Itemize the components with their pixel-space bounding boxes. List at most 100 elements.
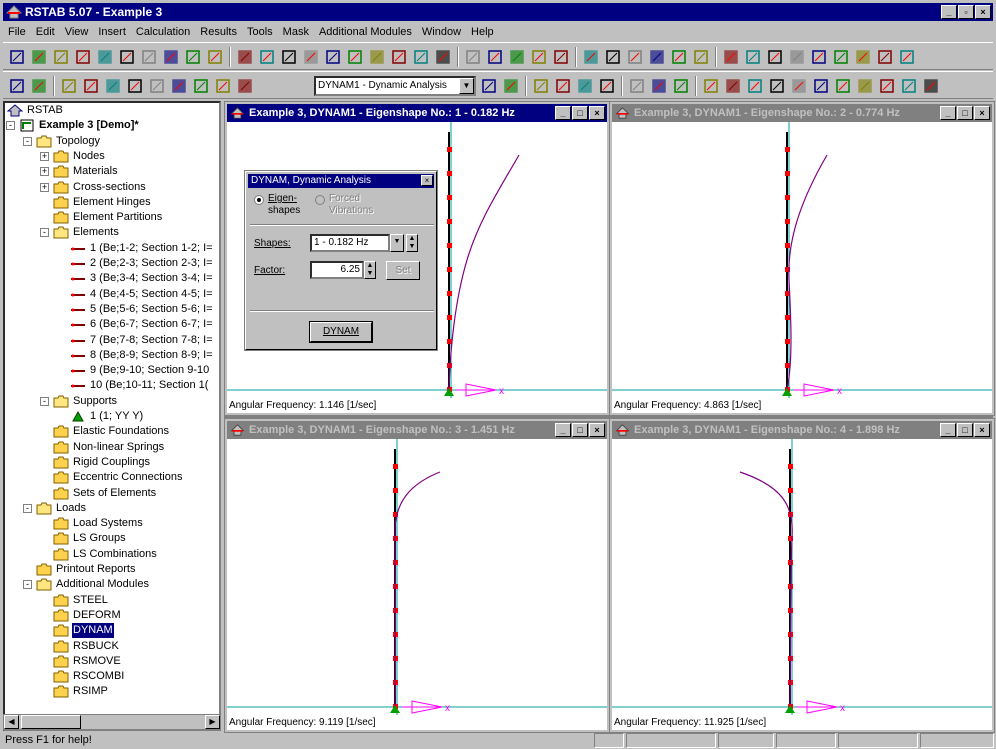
tree-item[interactable]: Non-linear Springs: [53, 440, 165, 455]
close-button[interactable]: ×: [975, 5, 991, 19]
menu-item[interactable]: Insert: [93, 26, 131, 38]
collapse-icon[interactable]: -: [23, 136, 32, 146]
3d-icon[interactable]: [465, 49, 481, 65]
color-icon[interactable]: [163, 49, 179, 65]
result-2-icon[interactable]: [531, 49, 547, 65]
tree-item[interactable]: 4 (Be;4-5; Section 4-5; I=: [70, 287, 214, 302]
tree-item[interactable]: - Example 3 [Demo]*: [6, 118, 140, 133]
set-button[interactable]: Set: [386, 261, 420, 280]
beam-2-icon[interactable]: [725, 78, 741, 94]
minimize-button[interactable]: _: [940, 423, 956, 437]
tree-item[interactable]: 3 (Be;3-4; Section 3-4; I=: [70, 271, 214, 286]
tree-item[interactable]: DYNAM: [53, 623, 114, 639]
beam-10-icon[interactable]: [901, 78, 917, 94]
tree-item[interactable]: Load Systems: [53, 516, 144, 531]
tree-item[interactable]: - Additional Modules: [23, 577, 150, 592]
perspective-icon[interactable]: [651, 78, 667, 94]
colors-icon[interactable]: [673, 78, 689, 94]
expand-icon[interactable]: +: [40, 151, 49, 161]
result-3-icon[interactable]: [553, 49, 569, 65]
collapse-icon[interactable]: -: [23, 503, 32, 513]
eigenshape-plot[interactable]: x: [612, 122, 992, 398]
tree-item[interactable]: Eccentric Connections: [53, 470, 183, 485]
tree-item[interactable]: 8 (Be;8-9; Section 8-9; I=: [70, 348, 214, 363]
shapes-select[interactable]: 1 - 0.182 Hz: [310, 234, 390, 252]
table-icon[interactable]: [31, 78, 47, 94]
table-view-icon[interactable]: [533, 78, 549, 94]
menu-item[interactable]: Calculation: [131, 26, 195, 38]
tree-item[interactable]: LS Groups: [53, 531, 127, 546]
zoom-window-icon[interactable]: [325, 49, 341, 65]
tree-item[interactable]: 9 (Be;9-10; Section 9-10: [70, 363, 210, 378]
menu-item[interactable]: Window: [417, 26, 466, 38]
member-axis-icon[interactable]: [83, 78, 99, 94]
load-icon[interactable]: [833, 49, 849, 65]
window-5-icon[interactable]: [671, 49, 687, 65]
tree-item[interactable]: 7 (Be;7-8; Section 7-8; I=: [70, 333, 214, 348]
node-icon[interactable]: [767, 49, 783, 65]
list-icon[interactable]: [555, 78, 571, 94]
window-2-icon[interactable]: [605, 49, 621, 65]
snap-icon[interactable]: [745, 49, 761, 65]
tree-item[interactable]: LS Combinations: [53, 547, 158, 562]
support-axis-icon[interactable]: [105, 78, 121, 94]
open-project-icon[interactable]: [53, 49, 69, 65]
view-y-icon[interactable]: [391, 49, 407, 65]
beam-5-icon[interactable]: [791, 78, 807, 94]
factor-spinner[interactable]: ▲ ▼: [364, 261, 376, 279]
tree-item[interactable]: - Supports: [40, 394, 118, 409]
save-all-icon[interactable]: [97, 49, 113, 65]
tree-item[interactable]: STEEL: [53, 593, 109, 608]
scroll-thumb[interactable]: [21, 715, 81, 729]
delete-icon[interactable]: [855, 49, 871, 65]
menu-item[interactable]: View: [60, 26, 94, 38]
tree-item[interactable]: 6 (Be;6-7; Section 6-7; I=: [70, 317, 214, 332]
tree-item[interactable]: 10 (Be;10-11; Section 1(: [70, 378, 209, 393]
section-axis-icon[interactable]: [171, 78, 187, 94]
collapse-icon[interactable]: -: [40, 396, 49, 406]
tree-item[interactable]: - Elements: [40, 225, 120, 240]
chevron-down-icon[interactable]: ▼: [459, 78, 474, 94]
filter-icon[interactable]: [577, 78, 593, 94]
factor-input[interactable]: 6.25: [310, 261, 364, 279]
tree-item[interactable]: RSCOMBI: [53, 669, 125, 684]
maximize-button[interactable]: □: [957, 106, 973, 120]
tree-item[interactable]: DEFORM: [53, 608, 122, 623]
view-x-icon[interactable]: [369, 49, 385, 65]
new-file-icon[interactable]: [9, 49, 25, 65]
menu-item[interactable]: File: [3, 26, 31, 38]
collapse-icon[interactable]: -: [23, 580, 32, 590]
window-1-icon[interactable]: [583, 49, 599, 65]
menu-item[interactable]: Help: [466, 26, 499, 38]
maximize-button[interactable]: □: [957, 423, 973, 437]
node-axis-icon[interactable]: [61, 78, 77, 94]
tree-item[interactable]: + Materials: [40, 164, 119, 179]
display-icon[interactable]: [629, 78, 645, 94]
render-icon[interactable]: [259, 49, 275, 65]
dialog-close-button[interactable]: ×: [421, 175, 433, 186]
close-button[interactable]: ×: [589, 106, 605, 120]
tree-item[interactable]: Element Partitions: [53, 210, 163, 225]
shapes-dropdown-icon[interactable]: ▼: [390, 234, 404, 252]
tree-item[interactable]: RSIMP: [53, 684, 109, 699]
view-z-icon[interactable]: [413, 49, 429, 65]
deform-icon[interactable]: [487, 49, 503, 65]
minimize-button[interactable]: _: [940, 106, 956, 120]
tree-item[interactable]: 5 (Be;5-6; Section 5-6; I=: [70, 302, 214, 317]
copy-icon[interactable]: [119, 49, 135, 65]
zoom-icon[interactable]: [303, 49, 319, 65]
prev-icon[interactable]: [481, 78, 497, 94]
eigenshape-window[interactable]: Example 3, DYNAM1 - Eigenshape No.: 2 - …: [609, 101, 995, 416]
module-combo[interactable]: DYNAM1 - Dynamic Analysis ▼: [314, 76, 476, 96]
tree-item[interactable]: RSTAB: [7, 103, 64, 118]
tree-item[interactable]: RSBUCK: [53, 639, 120, 654]
iso-icon[interactable]: [435, 49, 451, 65]
tree-item[interactable]: 1 (Be;1-2; Section 1-2; I=: [70, 241, 214, 256]
maximize-button[interactable]: □: [572, 423, 588, 437]
support-icon[interactable]: [811, 49, 827, 65]
expand-icon[interactable]: +: [40, 167, 49, 177]
tree-item[interactable]: 2 (Be;2-3; Section 2-3; I=: [70, 256, 214, 271]
menu-item[interactable]: Additional Modules: [314, 26, 417, 38]
beam-11-icon[interactable]: [923, 78, 939, 94]
save-icon[interactable]: [75, 49, 91, 65]
